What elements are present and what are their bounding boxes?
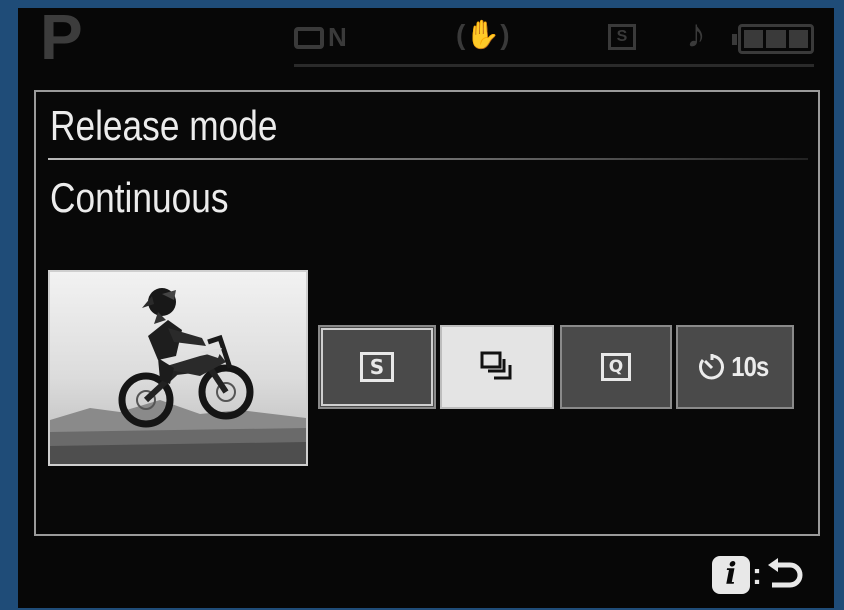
info-button-hint[interactable]: i : <box>712 556 804 594</box>
self-timer-label: 10s <box>731 351 769 382</box>
quiet-shutter-icon: Q <box>601 353 631 381</box>
shooting-mode-indicator: P <box>40 8 83 73</box>
single-frame-button[interactable]: S <box>318 325 436 409</box>
status-bar: P N (✋) S ♪ <box>18 8 834 78</box>
continuous-icon <box>480 351 512 380</box>
image-quality-indicator: N <box>294 22 347 53</box>
self-timer-button[interactable]: 10s <box>676 325 794 409</box>
return-icon <box>764 557 804 593</box>
beep-icon: ♪ <box>686 12 706 56</box>
image-size-icon <box>294 26 324 49</box>
hint-separator: : <box>752 558 762 591</box>
info-button-icon: i <box>712 556 750 594</box>
panel-title: Release mode <box>50 102 278 149</box>
single-frame-icon: S <box>360 352 394 382</box>
continuous-button[interactable] <box>440 325 554 409</box>
release-mode-indicator: S <box>608 24 636 50</box>
battery-icon <box>732 24 814 54</box>
dim-background-info <box>58 536 798 550</box>
status-divider <box>294 64 814 67</box>
self-timer-icon <box>699 354 725 380</box>
selected-mode-label: Continuous <box>50 174 229 221</box>
quiet-shutter-button[interactable]: Q <box>560 325 672 409</box>
title-divider <box>48 158 808 160</box>
camera-lcd-screen: P N (✋) S ♪ Release mode Continuous S Q … <box>18 8 834 608</box>
vibration-reduction-icon: (✋) <box>456 19 510 50</box>
motocross-preview-image <box>48 270 308 466</box>
release-mode-panel: Release mode Continuous S Q 10s <box>34 90 820 536</box>
image-quality-label: N <box>328 22 347 52</box>
